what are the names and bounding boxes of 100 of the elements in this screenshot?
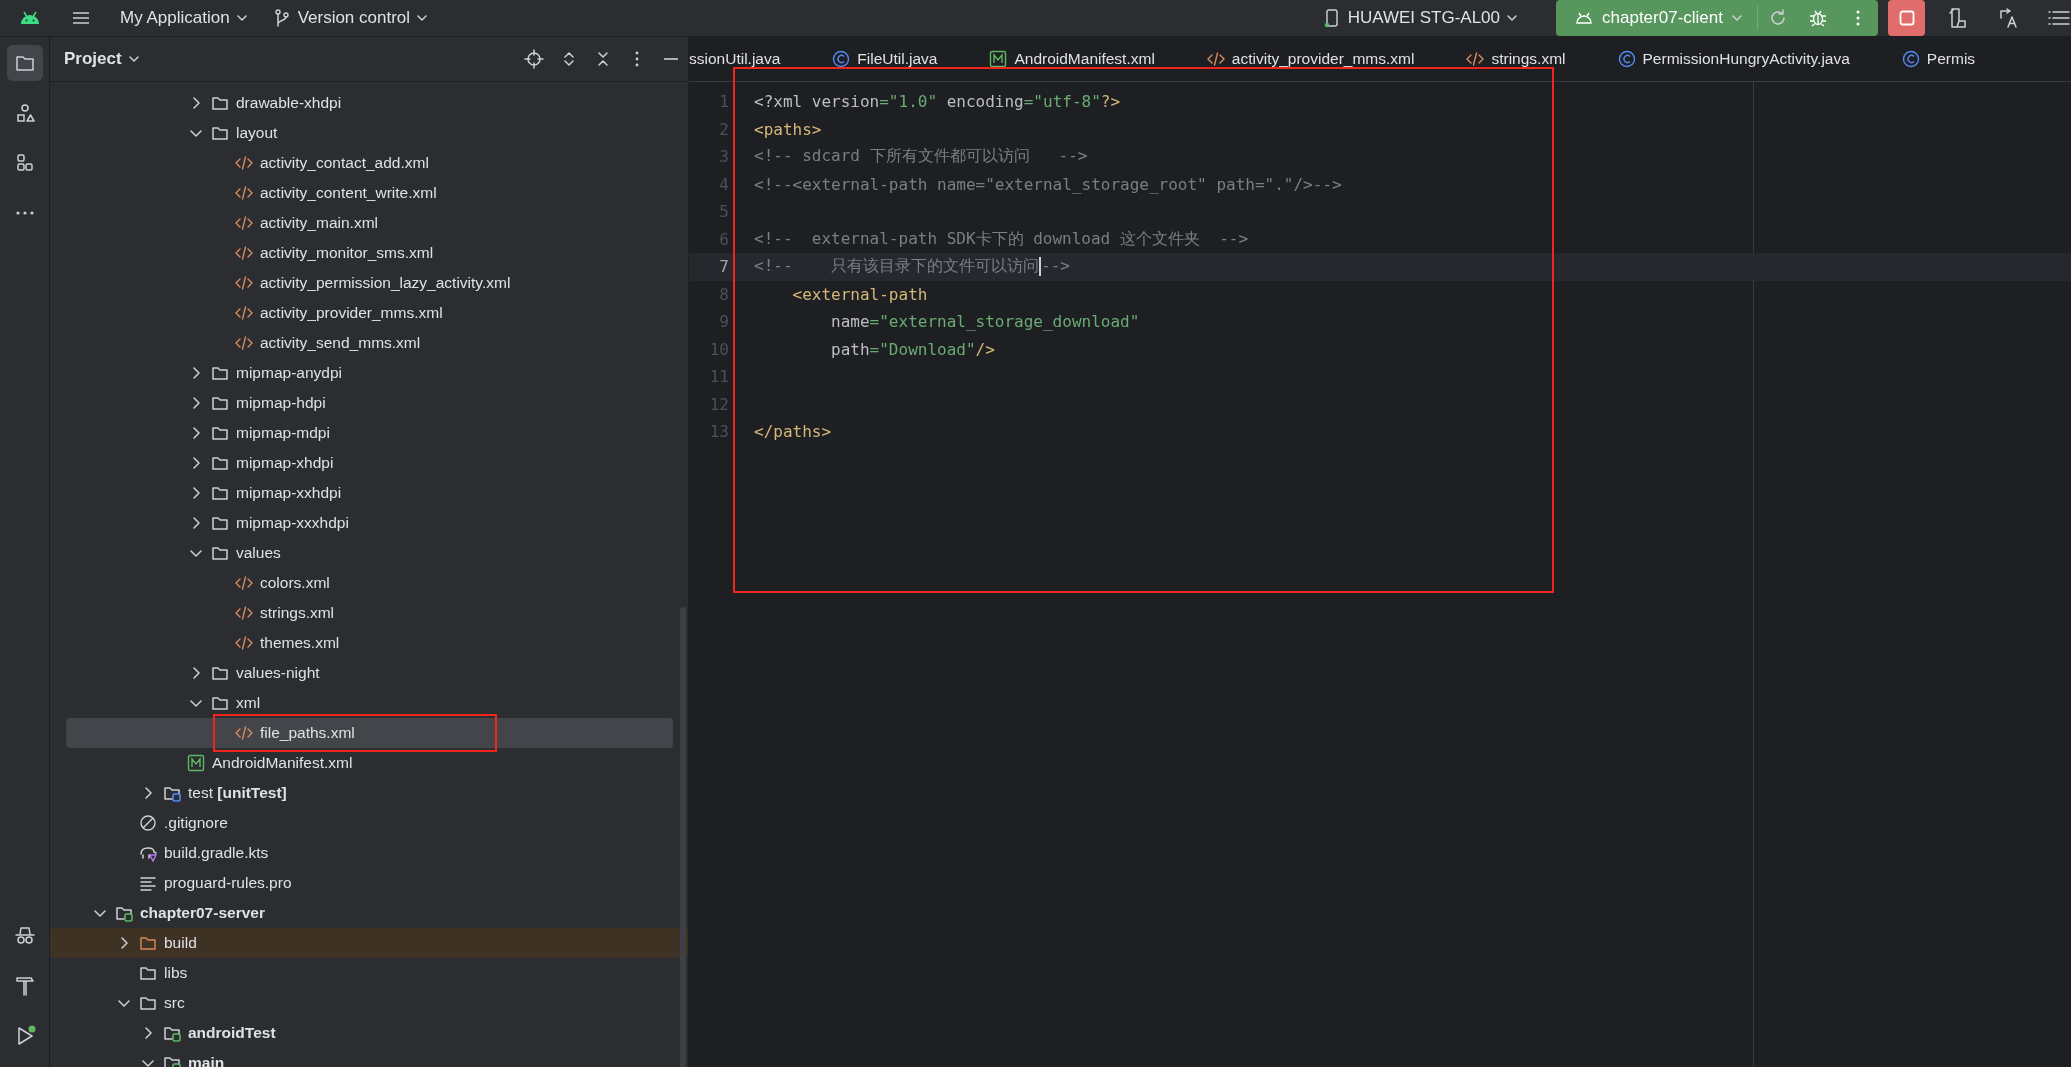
tree-item-label: mipmap-xhdpi (236, 454, 334, 472)
tree-item[interactable]: test [unitTest] (66, 778, 673, 808)
editor-tab[interactable]: FileUtil.java (806, 37, 964, 81)
run-configuration-selector[interactable]: chapter07-client (1556, 8, 1757, 28)
tree-item[interactable]: mipmap-xhdpi (66, 448, 673, 478)
more-icon (14, 211, 35, 215)
code-file-icon (235, 214, 253, 232)
tree-item[interactable]: xml (66, 688, 673, 718)
tree-item-label: values-night (236, 664, 320, 682)
folder-icon (139, 934, 157, 952)
code-line: </paths> (754, 422, 832, 442)
tree-item[interactable]: androidTest (66, 1018, 673, 1048)
project-selector[interactable]: My Application (106, 8, 262, 28)
tree-item-label: activity_provider_mms.xml (260, 304, 443, 322)
folder-icon (211, 544, 229, 562)
tree-item[interactable]: src (66, 988, 673, 1018)
class-icon (1901, 50, 1920, 68)
tree-item-label: themes.xml (260, 634, 340, 652)
tree-item[interactable]: build.gradle.kts (66, 838, 673, 868)
manifest-icon (187, 754, 205, 772)
tree-item-label: activity_permission_lazy_activity.xml (260, 274, 511, 292)
tree-item[interactable]: layout (66, 118, 673, 148)
code-line: <!-- sdcard 下所有文件都可以访问 --> (754, 146, 1088, 168)
locate-icon[interactable] (524, 49, 544, 69)
tree-item[interactable]: values-night (66, 658, 673, 688)
folder-icon (211, 694, 229, 712)
tree-item-label: androidTest (188, 1024, 276, 1042)
code-line: path="Download"/> (830, 339, 995, 359)
tree-item[interactable]: activity_permission_lazy_activity.xml (66, 268, 673, 298)
tree-item[interactable]: activity_monitor_sms.xml (66, 238, 673, 268)
tree-item[interactable]: mipmap-anydpi (66, 358, 673, 388)
folder-icon (139, 964, 157, 982)
tree-item[interactable]: chapter07-server (66, 898, 673, 928)
scrollbar[interactable] (680, 607, 686, 1067)
code-line: <external-path (791, 284, 928, 304)
tree-item-label: drawable-xhdpi (236, 94, 342, 112)
tree-item-label: chapter07-server (140, 904, 265, 922)
code-file-icon (235, 724, 253, 742)
code-line: <?xml version="1.0" encoding="utf-8"?> (754, 92, 1121, 112)
tree-item[interactable]: activity_provider_mms.xml (66, 298, 673, 328)
tree-item[interactable]: mipmap-hdpi (66, 388, 673, 418)
manifest-icon (989, 50, 1008, 68)
vcs-selector[interactable]: Version control (261, 8, 439, 28)
tree-item-label: activity_main.xml (260, 214, 378, 232)
tree-item[interactable]: colors.xml (66, 568, 673, 598)
folder-icon (211, 484, 229, 502)
tree-item[interactable]: libs (66, 958, 673, 988)
editor-tab[interactable]: ssionUtil.java (689, 37, 807, 81)
folder-icon (211, 664, 229, 682)
tree-item-label: layout (236, 124, 278, 142)
tree-item-label: file_paths.xml (260, 724, 355, 742)
tree-item-label: activity_monitor_sms.xml (260, 244, 434, 262)
tree-item[interactable]: values (66, 538, 673, 568)
tree-item-label: build.gradle.kts (164, 844, 269, 862)
tool-window-button[interactable] (6, 45, 43, 81)
editor-tab[interactable]: strings.xml (1440, 37, 1592, 81)
stop-button[interactable] (1888, 0, 1925, 36)
editor-tab[interactable]: AndroidManifest.xml (963, 37, 1181, 81)
folder-icon (211, 454, 229, 472)
tree-item-label: test [unitTest] (188, 784, 287, 802)
tree-item[interactable]: drawable-xhdpi (66, 88, 673, 118)
tree-item-label: src (164, 994, 185, 1012)
device-selector[interactable]: HUAWEI STG-AL00 (1311, 8, 1529, 28)
tree-item[interactable]: activity_content_write.xml (66, 178, 673, 208)
tree-item[interactable]: themes.xml (66, 628, 673, 658)
panel-title-dropdown[interactable]: Project (64, 49, 140, 69)
tree-item-label: strings.xml (260, 604, 335, 622)
tree-item[interactable]: AndroidManifest.xml (66, 748, 673, 778)
editor-tab[interactable]: activity_provider_mms.xml (1180, 37, 1441, 81)
editor-tab[interactable]: PermissionHungryActivity.java (1591, 37, 1876, 81)
tree-item-label: .gitignore (164, 814, 228, 832)
line-number: 7 (718, 257, 730, 277)
tree-item[interactable]: mipmap-xxhdpi (66, 478, 673, 508)
tree-item[interactable]: proguard-rules.pro (66, 868, 673, 898)
editor-tab[interactable]: Permis (1875, 37, 2002, 81)
tree-item[interactable]: activity_send_mms.xml (66, 328, 673, 358)
text-cursor (1039, 257, 1042, 277)
tree-item[interactable]: mipmap-xxxhdpi (66, 508, 673, 538)
tree-item[interactable]: build (50, 928, 688, 958)
code-line: <!-- 只有该目录下的文件可以访问--> (754, 256, 1070, 278)
class-icon (1617, 50, 1636, 68)
caret-icon (416, 12, 429, 24)
caret-icon (127, 53, 140, 65)
tree-item[interactable]: activity_contact_add.xml (66, 148, 673, 178)
code-file-icon (1466, 50, 1485, 68)
bug-icon[interactable] (1808, 8, 1828, 28)
tree-item[interactable]: strings.xml (66, 598, 673, 628)
test-folder-icon (163, 784, 181, 802)
tree-item[interactable]: .gitignore (66, 808, 673, 838)
tree-item[interactable]: mipmap-mdpi (66, 418, 673, 448)
caret-icon (235, 12, 248, 24)
code-file-icon (235, 274, 253, 292)
tree-item-label: build (164, 934, 197, 952)
code-file-icon (235, 184, 253, 202)
module-folder-icon (163, 1024, 181, 1042)
caret-icon (1506, 12, 1519, 24)
code-line: name="external_storage_download" (830, 312, 1140, 332)
folder-icon (139, 994, 157, 1012)
code-file-icon (235, 244, 253, 262)
tree-item[interactable]: activity_main.xml (66, 208, 673, 238)
